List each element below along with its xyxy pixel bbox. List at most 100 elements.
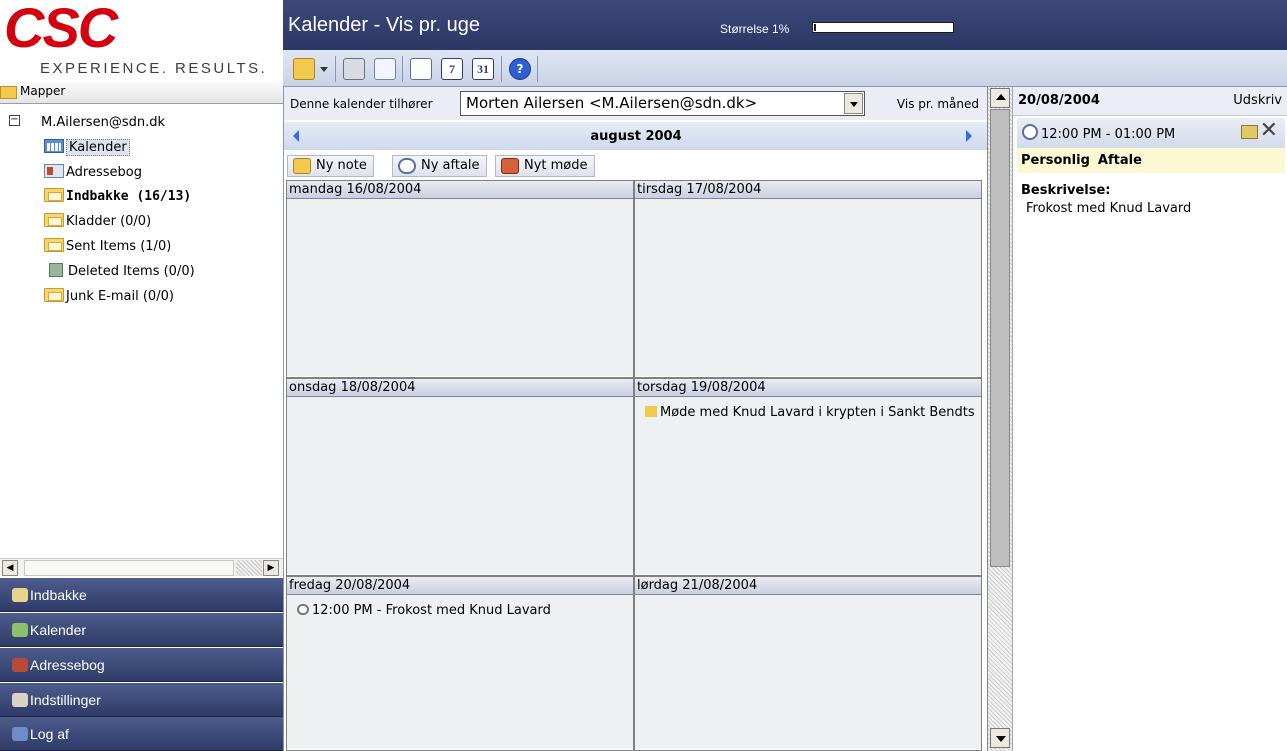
storage-size-fill [814,24,816,31]
calendar-event[interactable]: 12:00 PM - Frokost med Knud Lavard [297,603,551,618]
chevron-down-icon[interactable] [844,93,863,114]
storage-size-bar [812,22,954,33]
nav-indbakke[interactable]: Indbakke [0,578,283,612]
day-header[interactable]: mandag 16/08/2004 [287,181,633,199]
tree-item-adressebog[interactable]: Adressebog [44,162,142,184]
toolbar-separator [335,56,336,82]
folder-icon [44,213,64,227]
new-appointment-label: Ny aftale [421,158,480,173]
new-meeting-button[interactable]: Nyt møde [495,155,595,177]
nav-indstillinger[interactable]: Indstillinger [0,683,283,717]
day-cell-friday[interactable]: fredag 20/08/2004 12:00 PM - Frokost med… [286,576,634,751]
day-body[interactable] [635,397,981,574]
nav-kalender[interactable]: Kalender [0,613,283,647]
day-body[interactable] [635,595,981,749]
inbox-icon [12,588,28,602]
owner-label: Denne kalender tilhører [290,97,433,111]
owner-select-value: Morten Ailersen <M.Ailersen@sdn.dk> [466,94,758,112]
nav-log-af[interactable]: Log af [0,717,283,751]
tree-item-kalender[interactable]: Kalender [44,137,130,159]
day-header[interactable]: onsdag 18/08/2004 [287,379,633,397]
document-icon[interactable] [374,58,396,80]
next-arrow-icon[interactable] [966,130,972,142]
storage-size-label: Størrelse 1% [720,22,790,36]
vertical-scrollbar[interactable] [987,87,1012,751]
month-31-icon[interactable]: 31 [472,58,494,80]
edit-icon[interactable] [1241,125,1258,139]
scroll-left-button[interactable]: ◀ [2,560,18,576]
logo-tagline: EXPERIENCE. RESULTS. [40,60,268,77]
tree-item-indbakke[interactable]: Indbakke (16/13) [44,186,191,208]
dropdown-caret-icon[interactable] [319,58,329,80]
new-note-icon[interactable] [293,58,315,80]
toolbar: 7 31 ? [283,50,1287,87]
tree-item-label: Sent Items (1/0) [66,239,172,254]
scroll-up-button[interactable] [990,88,1010,108]
action-row: Ny note Ny aftale Nyt møde [284,151,988,179]
folder-icon [44,188,64,202]
nav-label: Indbakke [30,587,87,603]
calendar-event[interactable]: Møde med Knud Lavard i krypten i Sankt B… [645,405,975,420]
detail-type: Personlig Aftale [1017,148,1285,173]
event-detail-pane: 20/08/2004 Udskriv 12:00 PM - 01:00 PM ✕… [1012,87,1287,751]
day-header[interactable]: fredag 20/08/2004 [287,577,633,595]
new-appointment-button[interactable]: Ny aftale [392,155,487,177]
folder-icon [44,238,64,252]
nav-adressebog[interactable]: Adressebog [0,648,283,682]
nav-label: Indstillinger [30,692,101,708]
clock-icon [297,604,309,615]
event-title: 12:00 PM - Frokost med Knud Lavard [312,603,551,618]
clock-icon [398,158,416,174]
tree-account[interactable]: M.Ailersen@sdn.dk [41,112,165,134]
day-cell-wednesday[interactable]: onsdag 18/08/2004 [286,378,634,576]
day-cell-saturday[interactable]: lørdag 21/08/2004 [634,576,982,751]
day-body[interactable] [635,199,981,376]
close-icon[interactable]: ✕ [1260,119,1278,143]
tree-item-sent[interactable]: Sent Items (1/0) [44,236,171,258]
address-book-icon [12,658,28,672]
folder-tree: − M.Ailersen@sdn.dk Kalender Adressebog … [0,104,283,558]
print-link[interactable]: Udskriv [1233,93,1282,108]
week-grid: mandag 16/08/2004 tirsdag 17/08/2004 ons… [286,180,983,751]
day-header[interactable]: torsdag 19/08/2004 [635,379,981,397]
print-icon[interactable] [343,58,365,80]
tree-item-label: Adressebog [66,165,142,180]
detail-time-row: 12:00 PM - 01:00 PM ✕ [1017,118,1285,148]
day-header[interactable]: tirsdag 17/08/2004 [635,181,981,199]
scroll-track[interactable] [236,560,262,576]
day-header[interactable]: lørdag 21/08/2004 [635,577,981,595]
new-note-button[interactable]: Ny note [287,155,374,177]
day-body[interactable] [287,199,633,376]
week-view-icon[interactable] [410,58,432,80]
horizontal-scrollbar[interactable]: ◀ ▶ [0,558,283,576]
logo-csc: CSC [4,0,118,59]
description-label: Beskrivelse: [1021,183,1111,198]
folders-header-label: Mapper [20,84,66,98]
month-view-link[interactable]: Vis pr. måned [897,97,979,111]
toolbar-separator [402,56,403,82]
day-body[interactable] [287,595,633,749]
day-cell-thursday[interactable]: torsdag 19/08/2004 Møde med Knud Lavard … [634,378,982,576]
owner-select[interactable]: Morten Ailersen <M.Ailersen@sdn.dk> [460,91,865,116]
tree-item-junk[interactable]: Junk E-mail (0/0) [44,286,174,308]
day-cell-tuesday[interactable]: tirsdag 17/08/2004 [634,180,982,378]
scroll-thumb[interactable] [990,109,1010,567]
tree-item-deleted[interactable]: Deleted Items (0/0) [48,261,195,283]
scroll-down-button[interactable] [990,728,1010,748]
day-cell-monday[interactable]: mandag 16/08/2004 [286,180,634,378]
tree-account-label: M.Ailersen@sdn.dk [41,115,165,130]
clock-icon [1022,124,1038,140]
scroll-right-button[interactable]: ▶ [263,560,279,576]
tree-item-kladder[interactable]: Kladder (0/0) [44,211,151,233]
new-meeting-label: Nyt møde [524,158,588,173]
nav-label: Log af [30,726,69,742]
day-7-icon[interactable]: 7 [441,58,463,80]
toolbar-separator [501,56,502,82]
day-body[interactable] [287,397,633,574]
event-title: Møde med Knud Lavard i krypten i Sankt B… [660,405,975,420]
help-icon[interactable]: ? [509,58,531,80]
collapse-icon[interactable]: − [9,115,20,126]
tree-item-label: Deleted Items (0/0) [68,264,195,279]
people-icon [501,158,519,174]
scroll-thumb[interactable] [24,560,234,576]
